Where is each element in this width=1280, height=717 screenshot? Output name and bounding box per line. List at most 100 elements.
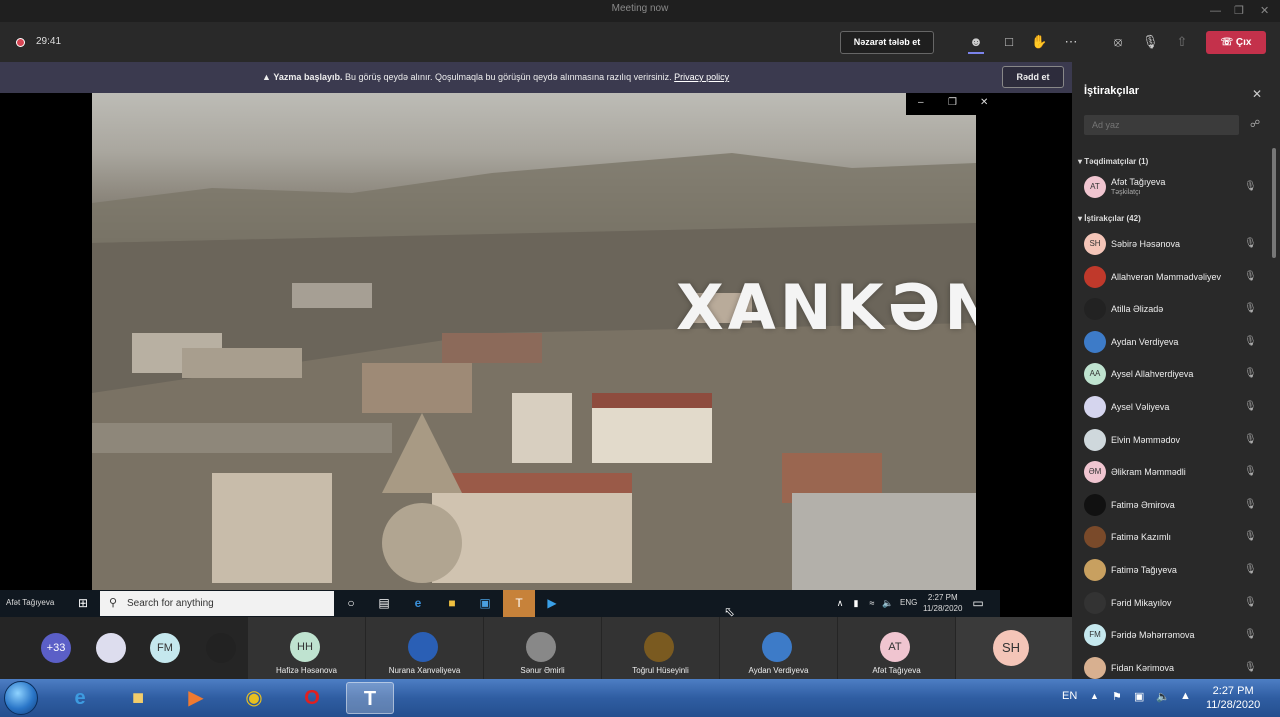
attendee-item[interactable]: Allahverən Məmmədvəliyev 🎙 [1084, 262, 1270, 292]
camera-off-icon[interactable]: ⦻ [1110, 34, 1126, 50]
participant-search-input[interactable] [1084, 115, 1239, 135]
participant-tile[interactable]: Aydan Verdiyeva [720, 617, 837, 679]
window-title: Meeting now [611, 3, 669, 14]
close-icon[interactable]: ✕ [1260, 2, 1269, 20]
network-icon: ≈ [869, 598, 875, 608]
recording-started-label: Yazma başlayıb. [273, 72, 343, 82]
file-explorer-icon[interactable]: ■ [444, 595, 460, 611]
attendee-item[interactable]: Aysel Vəliyeva 🎙 [1084, 392, 1270, 422]
participant-avatar [1084, 265, 1106, 288]
attendee-item[interactable]: AA Aysel Allahverdiyeva 🎙 [1084, 359, 1270, 389]
participant-name: Fatimə Tağıyeva [1111, 565, 1177, 575]
attendee-item[interactable]: Fatimə Kazımlı 🎙 [1084, 522, 1270, 552]
participant-name: Əlikram Məmmədli [1111, 467, 1186, 478]
language-indicator[interactable]: EN [1062, 690, 1077, 702]
task-view-icon[interactable]: ▤ [376, 595, 392, 611]
tray-chevron-icon[interactable]: ▲ [1090, 691, 1099, 701]
internet-explorer-icon[interactable]: e [58, 682, 102, 714]
os-clock-date: 11/28/2020 [1206, 699, 1261, 711]
presenters-header[interactable]: ▾ Təqdimatçılar (1) [1078, 157, 1148, 166]
opera-icon[interactable]: O [290, 682, 334, 714]
attendees-header[interactable]: ▾ İştirakçılar (42) [1078, 214, 1141, 223]
more-icon[interactable]: ⋯ [1063, 34, 1079, 50]
participant-tile[interactable]: AT Afət Tağıyeva [838, 617, 955, 679]
participant-tile[interactable]: Nurana Xanvəliyeva [366, 617, 483, 679]
participants-panel: İştirakçılar ✕ ☍ ▾ Təqdimatçılar (1) AT … [1072, 62, 1280, 679]
shared-clock: 2:27 PM 11/28/2020 [923, 592, 962, 614]
participant-name: Fatimə Kazımlı [1111, 532, 1172, 543]
share-icon[interactable]: ⇧ [1174, 34, 1190, 50]
participant-avatar [1084, 526, 1106, 549]
close-icon[interactable]: ✕ [1252, 87, 1262, 101]
participant-name: Atilla Əlizadə [1111, 304, 1164, 315]
raise-hand-icon[interactable]: ✋ [1031, 34, 1047, 50]
participant-tile[interactable]: Toğrul Hüseyinli [602, 617, 719, 679]
chrome-icon[interactable]: ◉ [232, 682, 276, 714]
recording-banner: ▲ Yazma başlayıb. Bu görüş qeydə alınır.… [0, 62, 1072, 93]
shared-windows-taskbar: Afət Tağıyeva ⊞ ⚲ Search for anything ○ ▤… [0, 590, 1000, 617]
panel-scrollbar[interactable] [1272, 148, 1276, 258]
volume-icon: 🔈 [882, 598, 894, 608]
participant-avatar[interactable] [96, 633, 126, 663]
edge-icon[interactable]: e [410, 595, 426, 611]
minimize-icon[interactable]: — [1210, 2, 1221, 20]
participant-name: Fərid Mikayılov [1111, 597, 1172, 608]
media-player-icon[interactable]: ▶ [174, 682, 218, 714]
mic-off-icon: 🎙 [1244, 303, 1257, 315]
dismiss-button[interactable]: Rədd et [1002, 66, 1064, 88]
os-clock[interactable]: 2:27 PM 11/28/2020 [1206, 684, 1260, 712]
participant-avatar [1084, 493, 1106, 516]
attendee-item[interactable]: ƏM Əlikram Məmmədli 🎙 [1084, 457, 1270, 487]
shared-clock-time: 2:27 PM [927, 593, 958, 602]
participant-avatar [1084, 298, 1106, 321]
privacy-policy-link[interactable]: Privacy policy [674, 72, 729, 82]
mic-off-icon: 🎙 [1244, 335, 1257, 347]
presenter-item[interactable]: AT Afət Tağıyeva Təşkilatçı 🎙 [1084, 172, 1270, 202]
attendee-item[interactable]: Fatimə Əmirova 🎙 [1084, 490, 1270, 520]
attendee-item[interactable]: Atilla Əlizadə 🎙 [1084, 294, 1270, 324]
participant-avatar[interactable]: FM [150, 633, 180, 663]
leave-button[interactable]: ☏ Çıx [1206, 31, 1266, 54]
participant-tile[interactable]: HH Hafizə Həsənova [248, 617, 365, 679]
participants-icon[interactable]: ☻ [968, 34, 984, 54]
self-tile[interactable]: SH [956, 617, 1072, 679]
request-control-button[interactable]: Nəzarət tələb et [840, 31, 934, 54]
windows-start-icon[interactable]: ⊞ [75, 595, 91, 611]
participant-avatar [526, 632, 556, 662]
participant-name: Fəridə Məhərrəmova [1111, 630, 1195, 641]
teams-icon[interactable]: T [503, 590, 535, 617]
file-explorer-icon[interactable]: ■ [116, 682, 160, 714]
tray-chevron-icon[interactable]: ∧ [832, 595, 848, 611]
notifications-icon[interactable]: ▭ [970, 595, 986, 611]
attendee-item[interactable]: Fatimə Tağıyeva 🎙 [1084, 555, 1270, 585]
participant-name: Afət Tağıyeva [872, 666, 921, 675]
mic-off-icon: 🎙 [1244, 498, 1257, 510]
minimize-icon[interactable]: – [918, 97, 924, 108]
monitor-icon[interactable]: ▣ [1134, 690, 1144, 703]
video-app-icon[interactable]: ▶ [544, 595, 560, 611]
cortana-icon[interactable]: ○ [343, 595, 359, 611]
overflow-count-avatar[interactable]: +33 [41, 633, 71, 663]
attendee-item[interactable]: Elvin Məmmədov 🎙 [1084, 425, 1270, 455]
volume-icon[interactable]: 🔈 [1156, 690, 1170, 703]
participant-tile[interactable]: Sənur Əmirli [484, 617, 601, 679]
start-button[interactable] [4, 681, 38, 715]
teams-icon[interactable]: T [346, 682, 394, 714]
restore-icon[interactable]: ❐ [948, 97, 957, 108]
chat-icon[interactable]: □ [1001, 34, 1017, 50]
attendee-item[interactable]: SH Səbirə Həsənova 🎙 [1084, 229, 1270, 259]
attendee-item[interactable]: FM Fəridə Məhərrəmova 🎙 [1084, 620, 1270, 650]
share-link-icon[interactable]: ☍ [1250, 119, 1260, 130]
mic-off-icon[interactable]: 🎙 [1142, 34, 1159, 50]
attendee-item[interactable]: Aydan Verdiyeva 🎙 [1084, 327, 1270, 357]
store-icon[interactable]: ▣ [477, 595, 493, 611]
restore-icon[interactable]: ❐ [1234, 2, 1244, 20]
close-icon[interactable]: ✕ [980, 97, 988, 108]
attendee-item[interactable]: Fərid Mikayılov 🎙 [1084, 588, 1270, 618]
action-center-icon[interactable]: ⚑ [1112, 690, 1122, 703]
recording-message: ▲ Yazma başlayıb. Bu görüş qeydə alınır.… [262, 72, 729, 82]
search-input[interactable]: ⚲ Search for anything [100, 591, 334, 616]
network-icon[interactable]: ▲ [1180, 690, 1191, 702]
participant-avatar[interactable] [206, 633, 236, 663]
battery-icon: ▮ [853, 598, 859, 608]
